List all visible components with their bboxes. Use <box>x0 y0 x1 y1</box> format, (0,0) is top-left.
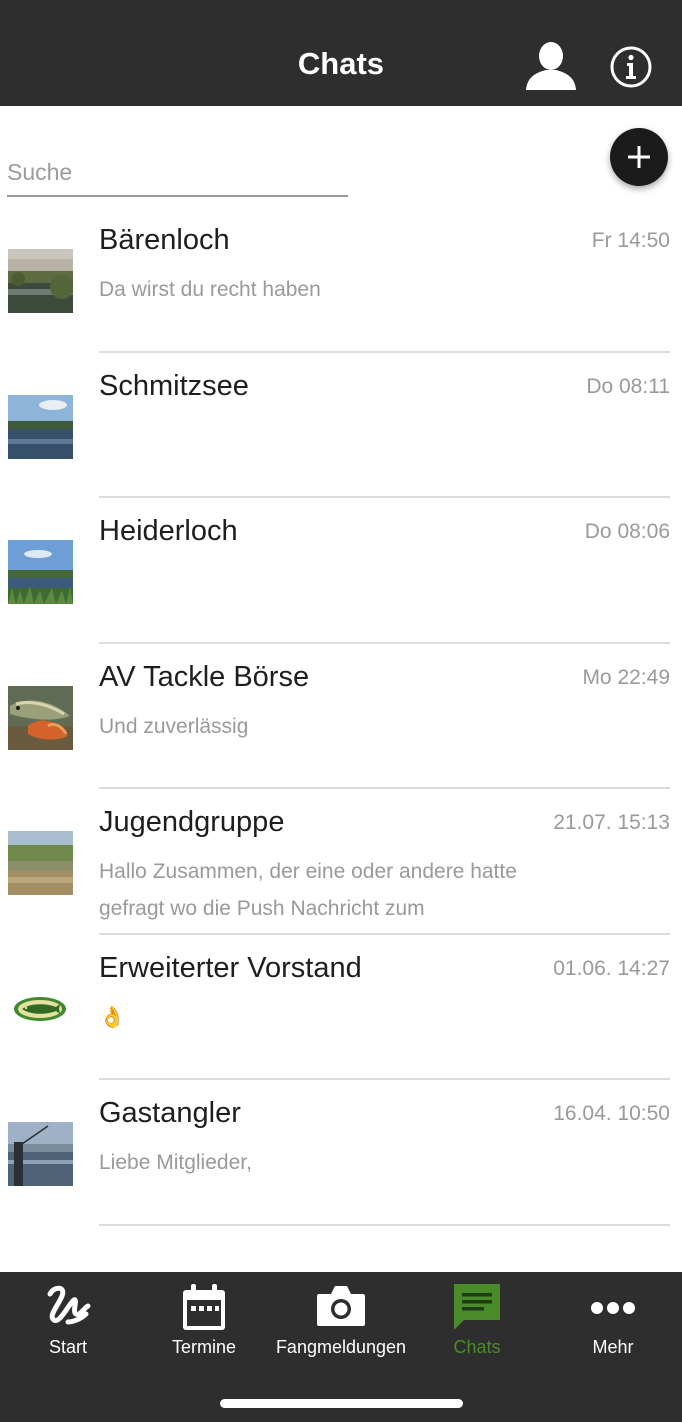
chat-time: Do 08:06 <box>584 520 670 543</box>
chat-avatar <box>8 977 73 1041</box>
chat-item-erweiterter-vorstand[interactable]: Erweiterter Vorstand 01.06. 14:27 👌 <box>0 935 682 1080</box>
chat-icon <box>409 1282 545 1334</box>
start-icon <box>0 1282 136 1334</box>
new-chat-button[interactable] <box>610 128 668 186</box>
more-icon <box>545 1282 681 1334</box>
chat-avatar <box>8 394 73 459</box>
chat-time: 16.04. 10:50 <box>553 1102 670 1125</box>
calendar-icon <box>136 1282 272 1334</box>
chat-preview: 👌 <box>99 1005 126 1029</box>
chat-avatar <box>8 685 73 750</box>
tab-start[interactable]: Start <box>0 1280 136 1370</box>
chat-name: Erweiterter Vorstand <box>99 951 362 984</box>
tab-label: Start <box>48 1337 87 1357</box>
chat-preview: Da wirst du recht haben <box>99 278 321 301</box>
chat-name: Jugendgruppe <box>99 806 285 838</box>
chat-list: Bärenloch Fr 14:50 Da wirst du recht hab… <box>0 207 682 1226</box>
chat-name: AV Tackle Börse <box>99 660 310 693</box>
tab-label: Fangmeldungen <box>275 1337 407 1357</box>
page-title: Chats <box>297 46 385 81</box>
chat-time: Do 08:11 <box>586 374 670 398</box>
top-app-bar: Chats <box>0 0 682 106</box>
chat-item-jugendgruppe[interactable]: Jugendgruppe 21.07. 15:13 Hallo Zusammen… <box>0 789 682 935</box>
chat-avatar <box>8 249 73 313</box>
tab-label: Chats <box>453 1337 501 1357</box>
plus-icon <box>628 146 650 168</box>
chat-preview: Hallo Zusammen, der eine oder andere hat… <box>99 860 517 920</box>
chat-item-av-tackle-boerse[interactable]: AV Tackle Börse Mo 22:49 Und zuverlässig <box>0 644 682 789</box>
chat-time: Mo 22:49 <box>582 665 670 689</box>
tab-mehr[interactable]: Mehr <box>545 1280 681 1370</box>
chat-time: 01.06. 14:27 <box>553 956 670 980</box>
camera-icon <box>273 1282 409 1334</box>
divider <box>99 1223 670 1226</box>
chat-item-gastangler[interactable]: Gastangler 16.04. 10:50 Liebe Mitglieder… <box>0 1080 682 1226</box>
chat-name: Bärenloch <box>99 224 230 256</box>
chat-name: Heiderloch <box>99 515 238 547</box>
tab-termine[interactable]: Termine <box>136 1280 272 1370</box>
tab-label: Termine <box>171 1337 237 1357</box>
home-indicator[interactable] <box>220 1399 463 1408</box>
chat-item-schmitzsee[interactable]: Schmitzsee Do 08:11 <box>0 353 682 498</box>
chat-preview: Liebe Mitglieder, <box>99 1151 252 1174</box>
chat-avatar <box>8 831 73 895</box>
chat-preview: Und zuverlässig <box>99 714 249 738</box>
chat-name: Schmitzsee <box>99 369 249 402</box>
chat-item-heiderloch[interactable]: Heiderloch Do 08:06 <box>0 498 682 644</box>
search-field[interactable] <box>7 150 348 197</box>
tab-chats[interactable]: Chats <box>409 1280 545 1370</box>
chat-name: Gastangler <box>99 1097 241 1129</box>
tab-fangmeldungen[interactable]: Fangmeldungen <box>273 1280 409 1370</box>
chat-time: 21.07. 15:13 <box>553 811 670 834</box>
profile-icon[interactable] <box>524 42 578 90</box>
search-input[interactable] <box>7 150 348 194</box>
chat-time: Fr 14:50 <box>591 229 670 252</box>
chat-avatar <box>8 1122 73 1186</box>
chat-avatar <box>8 540 73 604</box>
info-icon[interactable] <box>609 45 653 89</box>
chat-item-baerenloch[interactable]: Bärenloch Fr 14:50 Da wirst du recht hab… <box>0 207 682 353</box>
tab-label: Mehr <box>592 1337 634 1357</box>
